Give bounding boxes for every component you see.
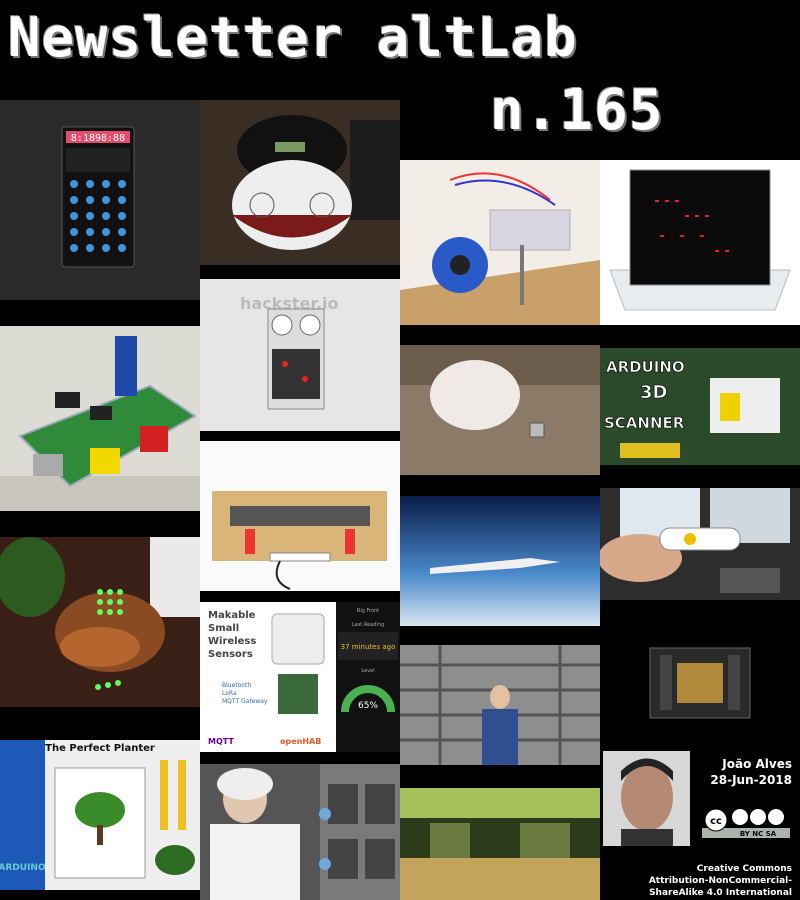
photo-usb-stick-hand bbox=[600, 488, 800, 600]
svg-text:ARDUINO: ARDUINO bbox=[606, 358, 685, 376]
photo-gpu-chip bbox=[600, 620, 800, 740]
svg-text:Makable: Makable bbox=[208, 610, 256, 621]
license-line-1: Creative Commons bbox=[696, 864, 792, 874]
svg-text:37 minutes ago: 37 minutes ago bbox=[341, 643, 396, 651]
svg-text:Bluetooth: Bluetooth bbox=[222, 682, 251, 689]
photo-green-lab bbox=[400, 788, 600, 900]
newsletter-title: Newsletter altLab bbox=[8, 6, 578, 69]
svg-text:The Perfect Planter: The Perfect Planter bbox=[45, 743, 155, 754]
svg-text:3D: 3D bbox=[640, 382, 667, 403]
license-line-2: Attribution-NonCommercial- bbox=[648, 876, 792, 886]
svg-text:Rig Front: Rig Front bbox=[357, 608, 379, 614]
license-line-3: ShareAlike 4.0 International bbox=[649, 888, 792, 898]
svg-text:cc: cc bbox=[710, 816, 722, 827]
photo-perfect-planter: ARDUINO The Perfect Planter bbox=[0, 740, 200, 890]
photo-retro-computer-board bbox=[0, 326, 200, 511]
photo-led-tree-sculpture bbox=[0, 537, 200, 707]
svg-text:65%: 65% bbox=[358, 701, 378, 711]
photo-plotter-machine bbox=[200, 441, 400, 591]
svg-text:Level: Level bbox=[361, 668, 374, 674]
author-block: João Alves 28-Jun-2018 bbox=[700, 756, 792, 788]
photo-dome-robot bbox=[200, 100, 400, 265]
svg-text:ARDUINO: ARDUINO bbox=[0, 863, 46, 873]
svg-text:Wireless: Wireless bbox=[208, 636, 256, 647]
svg-text:Small: Small bbox=[208, 623, 239, 634]
photo-hackster-device: hackster.io bbox=[200, 279, 400, 431]
photo-arduino-3d-scanner: ARDUINO 3D SCANNER bbox=[600, 348, 800, 465]
author-date: 28-Jun-2018 bbox=[710, 773, 792, 787]
issue-number: n.165 bbox=[490, 78, 664, 143]
photo-wireless-sensors: Makable Small Wireless Sensors Bluetooth… bbox=[200, 602, 400, 752]
svg-text:BY NC SA: BY NC SA bbox=[740, 830, 777, 838]
svg-text:MQTT Gateway: MQTT Gateway bbox=[222, 698, 268, 705]
license-text: Creative Commons Attribution-NonCommerci… bbox=[600, 863, 792, 899]
photo-calculator-board: 8:1898:88 bbox=[0, 100, 200, 300]
photo-lab-worker bbox=[200, 764, 400, 900]
author-name: João Alves bbox=[722, 757, 792, 771]
photo-supersonic-jet bbox=[400, 496, 600, 626]
photo-anechoic-chamber bbox=[400, 645, 600, 765]
svg-text:openHAB: openHAB bbox=[280, 737, 321, 746]
photo-led-cube-award bbox=[600, 160, 800, 325]
svg-text:Last Reading: Last Reading bbox=[352, 622, 384, 628]
svg-text:LoRa: LoRa bbox=[222, 690, 237, 697]
svg-text:MQTT: MQTT bbox=[208, 737, 234, 746]
photo-motor-rig bbox=[400, 160, 600, 325]
svg-text:Sensors: Sensors bbox=[208, 649, 253, 660]
svg-text:SCANNER: SCANNER bbox=[604, 414, 685, 432]
cc-license-badge: cc BY NC SA bbox=[700, 804, 792, 840]
svg-text:8:1898:88: 8:1898:88 bbox=[71, 133, 125, 144]
author-avatar bbox=[603, 751, 690, 846]
photo-fingertip-tiny-part bbox=[400, 345, 600, 475]
